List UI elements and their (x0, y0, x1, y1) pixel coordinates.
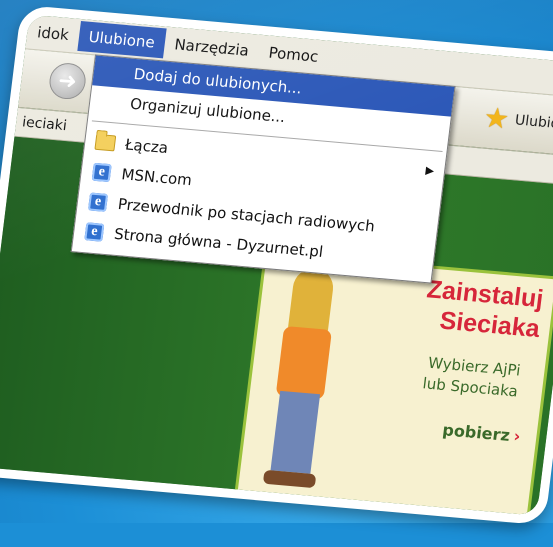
promo-title: Zainstaluj Sieciaka (421, 274, 545, 344)
ie-page-icon: e (91, 162, 113, 183)
star-icon: ★ (482, 100, 512, 136)
ie-page-icon: e (83, 222, 105, 242)
favorites-label: Ulubione (514, 112, 553, 134)
promo-subtitle: Wybierz AjPi lub Spociaka (421, 352, 522, 402)
favorites-dropdown-menu: Dodaj do ulubionych... Organizuj ulubion… (70, 54, 456, 284)
menu-item-label: MSN.com (120, 165, 193, 190)
menu-item-label: Łącza (124, 135, 170, 158)
screenshot-frame: idok Ulubione Narzędzia Pomoc ➜ ★ Ulubio… (0, 0, 553, 545)
submenu-arrow-icon: ▶ (424, 163, 435, 178)
back-arrow-icon[interactable]: ➜ (47, 61, 88, 101)
promo-banner[interactable]: Zainstaluj Sieciaka Wybierz AjPi lub Spo… (232, 250, 553, 526)
menu-view[interactable]: idok (26, 17, 81, 51)
menu-favorites[interactable]: Ulubione (76, 21, 167, 59)
mascot-illustration (250, 265, 358, 500)
favorites-button[interactable]: ★ Ulubione (482, 100, 553, 140)
folder-icon (94, 133, 117, 153)
download-link[interactable]: pobierz › (441, 420, 521, 446)
links-bar-item[interactable]: ieciaki (21, 114, 67, 134)
chevron-right-icon: › (512, 426, 522, 446)
ie-page-icon: e (87, 192, 109, 212)
browser-window: idok Ulubione Narzędzia Pomoc ➜ ★ Ulubio… (0, 4, 553, 526)
menu-help[interactable]: Pomoc (257, 37, 330, 73)
download-label: pobierz (441, 420, 511, 445)
